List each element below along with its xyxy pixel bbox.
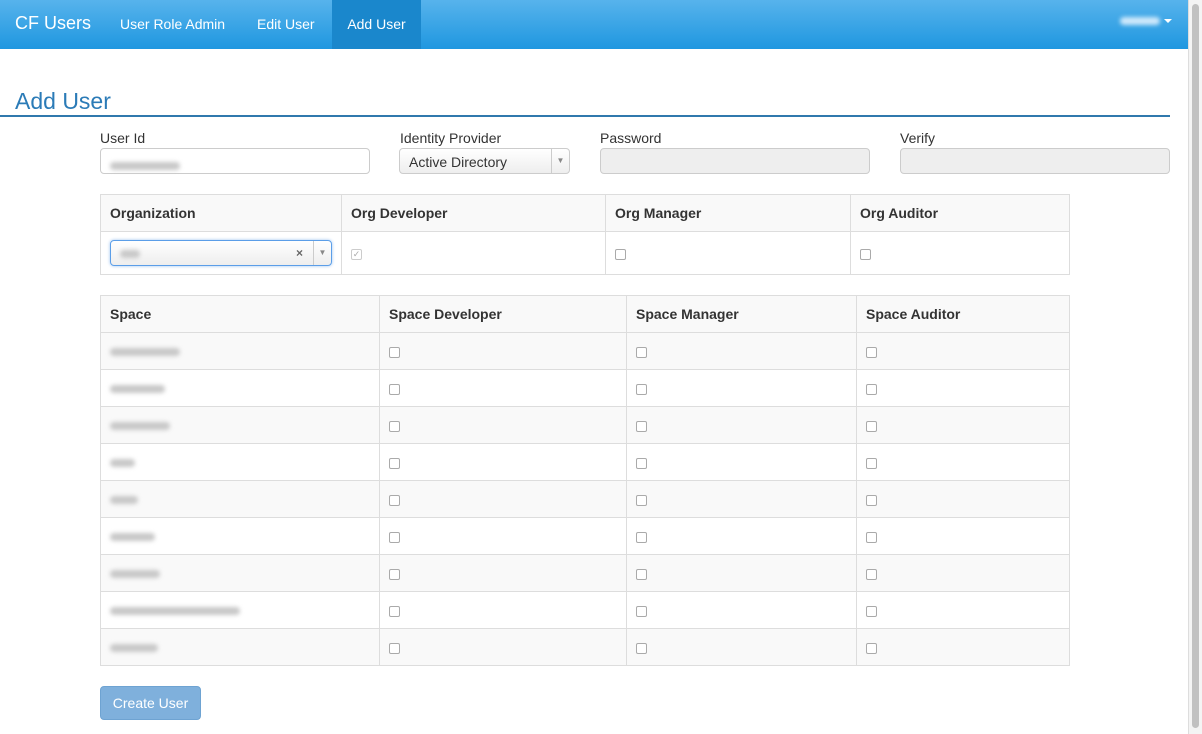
caret-down-icon bbox=[1164, 19, 1172, 23]
org-developer-checkbox[interactable]: ✓ bbox=[351, 248, 362, 260]
space-auditor-checkbox[interactable] bbox=[866, 420, 877, 432]
divider bbox=[0, 115, 1170, 117]
space-manager-checkbox[interactable] bbox=[636, 494, 647, 506]
space-developer-checkbox[interactable] bbox=[389, 642, 400, 654]
verify-input[interactable] bbox=[900, 148, 1170, 174]
space-manager-checkbox[interactable] bbox=[636, 531, 647, 543]
verify-label: Verify bbox=[900, 130, 936, 146]
space-auditor-checkbox[interactable] bbox=[866, 346, 877, 358]
space-developer-checkbox[interactable] bbox=[389, 531, 400, 543]
space-developer-checkbox[interactable] bbox=[389, 568, 400, 580]
space-row bbox=[100, 628, 1070, 666]
username-redacted bbox=[1120, 17, 1160, 25]
user-id-label: User Id bbox=[100, 130, 146, 146]
space-name-redacted bbox=[110, 607, 240, 615]
page-title: Add User bbox=[15, 88, 111, 114]
space-name-redacted bbox=[110, 496, 138, 504]
scrollbar-thumb[interactable] bbox=[1192, 4, 1199, 728]
col-org-auditor: Org Auditor bbox=[850, 194, 1070, 232]
nav-add-user[interactable]: Add User bbox=[332, 0, 421, 49]
password-input[interactable] bbox=[600, 148, 870, 174]
space-developer-checkbox[interactable] bbox=[389, 420, 400, 432]
idp-label: Identity Provider bbox=[400, 130, 502, 146]
space-name-redacted bbox=[110, 459, 135, 467]
space-developer-checkbox[interactable] bbox=[389, 605, 400, 617]
nav-user-role-admin[interactable]: User Role Admin bbox=[105, 0, 240, 49]
space-developer-checkbox[interactable] bbox=[389, 457, 400, 469]
space-manager-checkbox[interactable] bbox=[636, 605, 647, 617]
space-developer-checkbox[interactable] bbox=[389, 346, 400, 358]
col-space-developer: Space Developer bbox=[379, 295, 627, 333]
space-name-redacted bbox=[110, 385, 165, 393]
space-row bbox=[100, 332, 1070, 370]
space-row bbox=[100, 554, 1070, 592]
space-row bbox=[100, 443, 1070, 481]
clear-icon[interactable]: × bbox=[296, 246, 303, 260]
space-developer-checkbox[interactable] bbox=[389, 494, 400, 506]
col-space-auditor: Space Auditor bbox=[856, 295, 1070, 333]
idp-value: Active Directory bbox=[409, 154, 508, 170]
space-name-redacted bbox=[110, 570, 160, 578]
dropdown-arrow-icon: ▼ bbox=[313, 241, 331, 265]
space-manager-checkbox[interactable] bbox=[636, 642, 647, 654]
org-table: Organization Org Developer Org Manager O… bbox=[100, 194, 1070, 275]
user-id-input[interactable] bbox=[100, 148, 370, 174]
dropdown-arrow-icon: ▼ bbox=[551, 149, 569, 173]
space-table: Space Space Developer Space Manager Spac… bbox=[100, 295, 1070, 666]
space-manager-checkbox[interactable] bbox=[636, 568, 647, 580]
col-org-developer: Org Developer bbox=[341, 194, 606, 232]
scrollbar[interactable] bbox=[1188, 0, 1202, 734]
space-manager-checkbox[interactable] bbox=[636, 457, 647, 469]
brand[interactable]: CF Users bbox=[15, 13, 91, 34]
col-org-manager: Org Manager bbox=[605, 194, 851, 232]
space-name-redacted bbox=[110, 644, 158, 652]
org-auditor-checkbox[interactable] bbox=[860, 248, 871, 260]
space-manager-checkbox[interactable] bbox=[636, 420, 647, 432]
space-auditor-checkbox[interactable] bbox=[866, 383, 877, 395]
space-name-redacted bbox=[110, 533, 155, 541]
organization-select[interactable]: × ▼ bbox=[110, 240, 332, 266]
col-organization: Organization bbox=[100, 194, 342, 232]
navbar: CF Users User Role Admin Edit User Add U… bbox=[0, 0, 1188, 49]
space-row bbox=[100, 480, 1070, 518]
space-manager-checkbox[interactable] bbox=[636, 346, 647, 358]
col-space-manager: Space Manager bbox=[626, 295, 857, 333]
idp-select[interactable]: Active Directory ▼ bbox=[399, 148, 570, 174]
space-auditor-checkbox[interactable] bbox=[866, 494, 877, 506]
space-auditor-checkbox[interactable] bbox=[866, 531, 877, 543]
password-label: Password bbox=[600, 130, 662, 146]
col-space: Space bbox=[100, 295, 380, 333]
space-developer-checkbox[interactable] bbox=[389, 383, 400, 395]
user-menu[interactable] bbox=[1120, 17, 1172, 25]
space-manager-checkbox[interactable] bbox=[636, 383, 647, 395]
space-row bbox=[100, 591, 1070, 629]
space-name-redacted bbox=[110, 422, 170, 430]
nav-edit-user[interactable]: Edit User bbox=[242, 0, 330, 49]
space-row bbox=[100, 406, 1070, 444]
space-row bbox=[100, 517, 1070, 555]
space-auditor-checkbox[interactable] bbox=[866, 642, 877, 654]
space-auditor-checkbox[interactable] bbox=[866, 568, 877, 580]
space-auditor-checkbox[interactable] bbox=[866, 605, 877, 617]
space-name-redacted bbox=[110, 348, 180, 356]
create-user-button[interactable]: Create User bbox=[100, 686, 201, 720]
space-auditor-checkbox[interactable] bbox=[866, 457, 877, 469]
space-row bbox=[100, 369, 1070, 407]
org-manager-checkbox[interactable] bbox=[615, 248, 626, 260]
